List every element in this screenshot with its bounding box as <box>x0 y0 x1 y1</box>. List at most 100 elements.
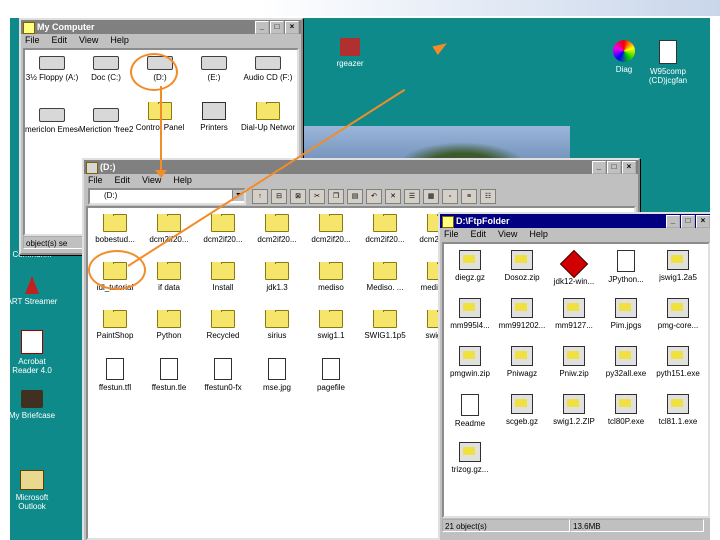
file-item[interactable]: Pim.jpgs <box>600 298 652 346</box>
file-item[interactable]: pmgwin.zip <box>444 346 496 394</box>
file-item[interactable]: if data <box>142 262 196 310</box>
file-item[interactable]: dcm2if20... <box>196 214 250 262</box>
file-item[interactable]: Pniwagz <box>496 346 548 394</box>
minimize-button[interactable]: _ <box>666 215 680 228</box>
menu-edit[interactable]: Edit <box>52 34 68 46</box>
file-item-label: Mediso. ... <box>366 283 404 292</box>
file-item[interactable]: jswig1.2a5 <box>652 250 704 298</box>
up-folder-icon[interactable]: ↑ <box>252 189 268 204</box>
minimize-button[interactable]: _ <box>592 161 606 174</box>
file-item-label: jdk1.3 <box>266 283 288 292</box>
drive-icon <box>201 56 227 70</box>
map-drive-icon[interactable]: ⊟ <box>271 189 287 204</box>
file-item[interactable]: ffestun.tfl <box>88 358 142 406</box>
copy-icon[interactable]: ❐ <box>328 189 344 204</box>
desktop-icon-rgeazer[interactable]: rgeazer <box>322 38 378 68</box>
file-item[interactable]: dcm2if20... <box>304 214 358 262</box>
file-item[interactable]: Printers <box>187 102 241 154</box>
large-icons-icon[interactable]: ▦ <box>423 189 439 204</box>
exe-icon <box>667 298 689 318</box>
file-item[interactable]: mm991202... <box>496 298 548 346</box>
file-item[interactable]: Readme <box>444 394 496 442</box>
delete-icon[interactable]: ✕ <box>385 189 401 204</box>
menu-edit[interactable]: Edit <box>471 228 487 240</box>
file-item[interactable]: trizog.gz... <box>444 442 496 490</box>
desktop-icon-w95comp[interactable]: W95comp (CD)jcgfan <box>638 40 698 85</box>
file-item[interactable]: mm995l4... <box>444 298 496 346</box>
maximize-button[interactable]: □ <box>681 215 695 228</box>
list-view-icon[interactable]: ≡ <box>461 189 477 204</box>
cut-icon[interactable]: ✂ <box>309 189 325 204</box>
disconnect-icon[interactable]: ⊠ <box>290 189 306 204</box>
file-item[interactable]: tcl81.1.exe <box>652 394 704 442</box>
close-button[interactable]: × <box>696 215 710 228</box>
desktop-icon-outlook[interactable]: Microsoft Outlook <box>10 470 60 511</box>
file-item-label: dcm2if20... <box>257 235 297 244</box>
close-button[interactable]: × <box>285 21 299 34</box>
menu-file[interactable]: File <box>444 228 459 240</box>
address-combo[interactable]: (D:) ▼ <box>88 188 246 205</box>
file-item[interactable]: Install <box>196 262 250 310</box>
file-item[interactable]: Dosoz.zip <box>496 250 548 298</box>
file-item[interactable]: scgeb.gz <box>496 394 548 442</box>
maximize-button[interactable]: □ <box>607 161 621 174</box>
file-item[interactable]: Meriction 'free2' (Y:) <box>79 102 133 154</box>
menu-help[interactable]: Help <box>110 34 129 46</box>
d-drive-titlebar[interactable]: (D:) _ □ × <box>84 160 638 174</box>
file-item[interactable]: jdk12-win... <box>548 250 600 298</box>
file-item[interactable]: mse.jpg <box>250 358 304 406</box>
ftp-folder-titlebar[interactable]: D:\FtpFolder _ □ × <box>440 214 710 228</box>
maximize-button[interactable]: □ <box>270 21 284 34</box>
file-item[interactable]: pagefile <box>304 358 358 406</box>
doc-icon <box>659 40 677 64</box>
desktop-icon-acrobat[interactable]: Acrobat Reader 4.0 <box>10 330 60 375</box>
file-item[interactable]: JPython... <box>600 250 652 298</box>
file-item[interactable]: jdk1.3 <box>250 262 304 310</box>
file-item[interactable]: mm9127... <box>548 298 600 346</box>
file-item[interactable]: tcl80P.exe <box>600 394 652 442</box>
menu-view[interactable]: View <box>79 34 98 46</box>
file-item[interactable]: Mediso. ... <box>358 262 412 310</box>
file-item[interactable]: mediso <box>304 262 358 310</box>
file-item[interactable]: SWIG1.1p5 <box>358 310 412 358</box>
file-item[interactable]: Dial-Up Networking <box>241 102 295 154</box>
menu-view[interactable]: View <box>498 228 517 240</box>
file-item[interactable]: Doc (C:) <box>79 50 133 102</box>
my-computer-titlebar[interactable]: My Computer _ □ × <box>21 20 301 34</box>
menu-help[interactable]: Help <box>529 228 548 240</box>
file-item[interactable]: mericlon Emeseil... <box>25 102 79 154</box>
file-item[interactable]: swig1.1 <box>304 310 358 358</box>
menu-help[interactable]: Help <box>173 174 192 186</box>
minimize-button[interactable]: _ <box>255 21 269 34</box>
file-item[interactable]: Audio CD (F:) <box>241 50 295 102</box>
file-item[interactable]: py32all.exe <box>600 346 652 394</box>
file-item[interactable]: ffestun.tle <box>142 358 196 406</box>
undo-icon[interactable]: ↶ <box>366 189 382 204</box>
file-item[interactable]: Pniw.zip <box>548 346 600 394</box>
paste-icon[interactable]: ▤ <box>347 189 363 204</box>
file-item[interactable]: dcm2if20... <box>358 214 412 262</box>
file-item[interactable]: PaintShop <box>88 310 142 358</box>
ftp-folder-window[interactable]: D:\FtpFolder _ □ × File Edit View Help die… <box>438 212 710 540</box>
file-item[interactable]: 3½ Floppy (A:) <box>25 50 79 102</box>
menu-file[interactable]: File <box>25 34 40 46</box>
folder-icon <box>157 262 181 280</box>
small-icons-icon[interactable]: ▫ <box>442 189 458 204</box>
file-item[interactable]: (E:) <box>187 50 241 102</box>
file-item[interactable]: swig1.2.ZIP <box>548 394 600 442</box>
file-item[interactable]: sirius <box>250 310 304 358</box>
close-button[interactable]: × <box>622 161 636 174</box>
menu-edit[interactable]: Edit <box>115 174 131 186</box>
desktop-icon-art-streamer[interactable]: ART Streamer <box>10 276 60 306</box>
desktop-icon-my-briefcase[interactable]: My Briefcase <box>10 390 60 420</box>
file-item[interactable]: ffestun0-fx <box>196 358 250 406</box>
menu-file[interactable]: File <box>88 174 103 186</box>
file-item[interactable]: Recycled <box>196 310 250 358</box>
properties-icon[interactable]: ☰ <box>404 189 420 204</box>
file-item[interactable]: Python <box>142 310 196 358</box>
details-view-icon[interactable]: ☷ <box>480 189 496 204</box>
file-item[interactable]: pmg-core... <box>652 298 704 346</box>
file-item[interactable]: dcm2if20... <box>250 214 304 262</box>
file-item[interactable]: diegz.gz <box>444 250 496 298</box>
file-item[interactable]: pyth151.exe <box>652 346 704 394</box>
